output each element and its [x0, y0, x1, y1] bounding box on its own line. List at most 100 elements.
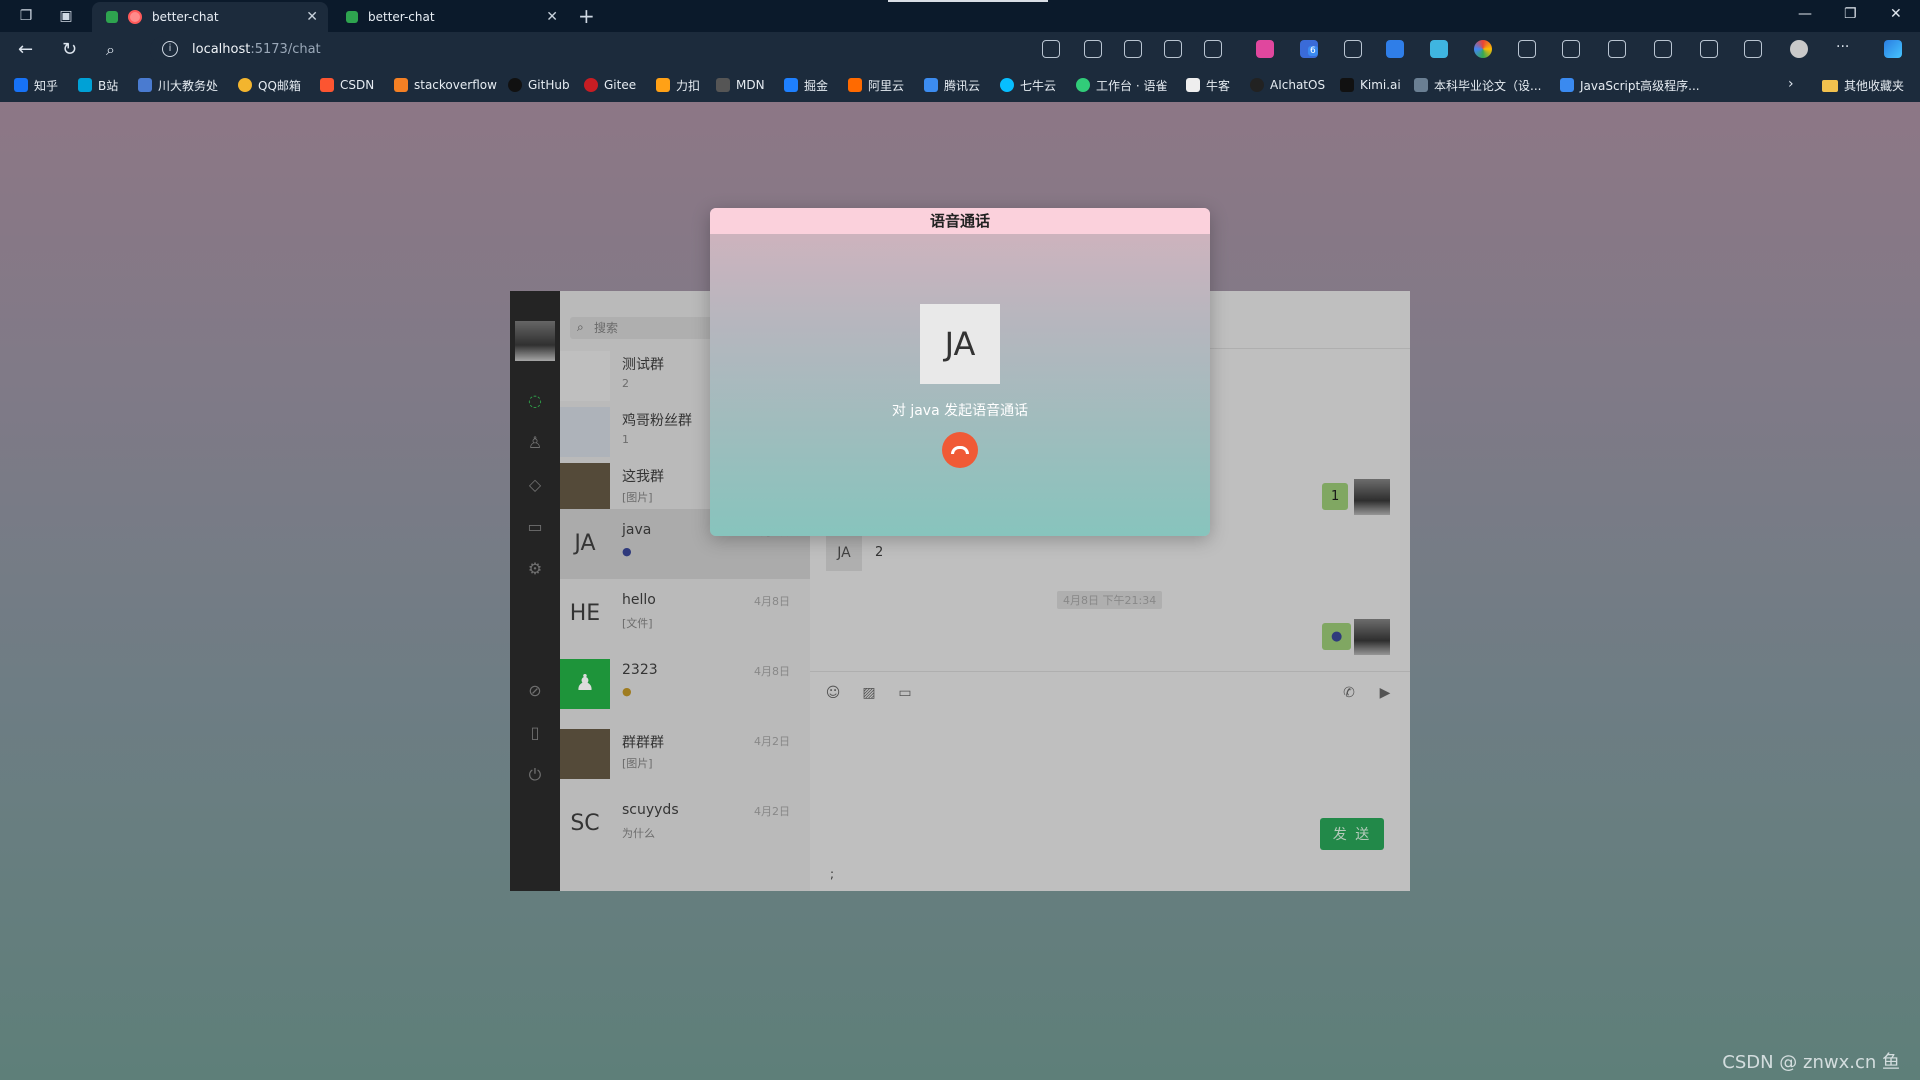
conversation-avatar: JA [574, 531, 596, 556]
extension-box-icon[interactable] [1344, 40, 1362, 58]
bookmark-scu-jwc[interactable]: 川大教务处 [138, 77, 218, 93]
bookmark-bilibili[interactable]: B站 [78, 77, 118, 93]
js-book-icon [1560, 78, 1574, 92]
settings-gear-icon[interactable]: ⚙ [525, 559, 545, 579]
favorite-star-icon[interactable] [1204, 40, 1222, 58]
bookmark-aichatos[interactable]: AIchatOS [1250, 77, 1325, 93]
workspaces-icon[interactable]: ❐ [16, 6, 36, 26]
close-window-icon[interactable]: ✕ [1890, 6, 1902, 22]
bookmark-thesis[interactable]: 本科毕业论文（设... [1414, 77, 1541, 93]
hang-up-phone-icon [951, 446, 969, 454]
favorites-icon[interactable] [1700, 40, 1718, 58]
camera-icon[interactable] [1518, 40, 1536, 58]
split-screen-icon[interactable] [1654, 40, 1672, 58]
bookmark-qiniu[interactable]: 七牛云 [1000, 77, 1056, 93]
chat-bubble-icon[interactable]: ◌ [525, 391, 545, 411]
restore-icon[interactable]: ❐ [1844, 6, 1857, 22]
bookmark-stackoverflow[interactable]: stackoverflow [394, 77, 497, 93]
thesis-icon [1414, 78, 1428, 92]
conversation-name: 鸡哥粉丝群 [622, 413, 692, 429]
bookmark-aliyun[interactable]: 阿里云 [848, 77, 904, 93]
folder-icon[interactable]: ▭ [896, 684, 914, 702]
microphone-icon[interactable] [1042, 40, 1060, 58]
extension-sync-icon[interactable] [1386, 40, 1404, 58]
bilibili-icon [78, 78, 92, 92]
minimize-icon[interactable]: — [1798, 6, 1812, 22]
bookmark-nowcoder[interactable]: 牛客 [1186, 77, 1230, 93]
tab-better-chat[interactable]: better-chat ✕ [332, 2, 568, 32]
bookmark-github[interactable]: GitHub [508, 77, 570, 93]
message-input[interactable]: ; [830, 867, 834, 881]
conversation-item[interactable]: SC scuyyds 为什么 4月2日 [560, 789, 810, 859]
extensions-puzzle-icon[interactable] [1608, 40, 1626, 58]
extension-chat-icon[interactable] [1430, 40, 1448, 58]
bookmark-label: Gitee [604, 78, 637, 92]
bookmark-juejin[interactable]: 掘金 [784, 77, 828, 93]
copilot-icon[interactable] [1884, 40, 1902, 58]
gitee-icon [584, 78, 598, 92]
send-button[interactable]: 发 送 [1320, 818, 1384, 850]
search-icon[interactable]: ⌕ [106, 40, 115, 60]
image-icon[interactable]: ▨ [860, 684, 878, 702]
aichatos-icon [1250, 78, 1264, 92]
bookmark-zhihu[interactable]: 知乎 [14, 77, 58, 93]
cube-icon[interactable]: ◇ [525, 475, 545, 495]
more-menu-icon[interactable]: ··· [1836, 40, 1854, 58]
bookmark-label: 本科毕业论文（设... [1434, 78, 1542, 93]
conversation-preview: [文件] [622, 617, 653, 630]
hang-up-button[interactable] [942, 432, 978, 468]
stackoverflow-icon [394, 78, 408, 92]
contacts-icon[interactable]: ♙ [525, 433, 545, 453]
conversation-avatar [560, 351, 610, 401]
moments-icon[interactable]: ▭ [525, 517, 545, 537]
bookmark-label: B站 [98, 78, 119, 93]
extension-pink-icon[interactable] [1256, 40, 1274, 58]
phone-device-icon[interactable]: ▯ [525, 723, 545, 743]
csdn-icon [320, 78, 334, 92]
phone-icon[interactable]: ✆ [1340, 684, 1358, 702]
back-icon[interactable]: ← [18, 40, 33, 60]
zhihu-icon [14, 78, 28, 92]
profile-avatar-icon[interactable] [1790, 40, 1808, 58]
bookmark-csdn[interactable]: CSDN [320, 77, 374, 93]
document-icon[interactable] [1562, 40, 1580, 58]
power-icon[interactable]: ⏻ [525, 765, 545, 785]
url-text[interactable]: localhost:5173/chat [192, 42, 321, 57]
new-tab-icon[interactable]: + [578, 4, 595, 28]
bookmark-kimi[interactable]: Kimi.ai [1340, 77, 1401, 93]
other-bookmarks-folder[interactable]: 其他收藏夹 [1822, 77, 1904, 94]
downloads-icon[interactable] [1744, 40, 1762, 58]
conversation-date: 4月8日 [754, 595, 790, 608]
extension-color-icon[interactable] [1474, 40, 1492, 58]
bookmark-mdn[interactable]: MDN [716, 77, 765, 93]
app-available-icon[interactable] [1164, 40, 1182, 58]
chevron-right-icon[interactable]: › [1788, 76, 1794, 92]
aliyun-icon [848, 78, 862, 92]
bookmark-leetcode[interactable]: 力扣 [656, 77, 700, 93]
conversation-item[interactable]: HE hello [文件] 4月8日 [560, 579, 810, 649]
bookmark-yuque[interactable]: 工作台 · 语雀 [1076, 77, 1167, 93]
bookmark-gitee[interactable]: Gitee [584, 77, 636, 93]
bookmark-tencent-cloud[interactable]: 腾讯云 [924, 77, 980, 93]
site-info-icon[interactable]: i [162, 41, 178, 57]
bookmark-qqmail[interactable]: QQ邮箱 [238, 77, 301, 93]
link-icon[interactable]: ⊘ [525, 681, 545, 701]
read-aloud-icon[interactable] [1124, 40, 1142, 58]
user-avatar[interactable] [515, 321, 555, 361]
conversation-item[interactable]: 群群群 [图片] 4月2日 [560, 719, 810, 789]
video-icon[interactable]: ▶ [1376, 684, 1394, 702]
close-tab-icon[interactable]: ✕ [546, 9, 558, 25]
key-icon[interactable] [1084, 40, 1102, 58]
extension-badge-icon[interactable]: 6 [1300, 40, 1318, 58]
emoji-icon[interactable]: ☺ [824, 684, 842, 702]
bookmark-js-book[interactable]: JavaScript高级程序... [1560, 77, 1700, 93]
conversation-preview-emoji-icon: ● [622, 545, 632, 558]
conversation-name: scuyyds [622, 802, 679, 818]
tab-actions-icon[interactable]: ▣ [56, 6, 76, 26]
voice-call-dialog: 语音通话 JA 对 java 发起语音通话 [710, 208, 1210, 536]
refresh-icon[interactable]: ↻ [62, 40, 77, 60]
tab-better-chat-active[interactable]: better-chat ✕ [92, 2, 328, 32]
conversation-item[interactable]: ♟ 2323 ● 4月8日 [560, 649, 810, 719]
close-tab-icon[interactable]: ✕ [306, 9, 318, 25]
page-background: ◌ ♙ ◇ ▭ ⚙ ⊘ ▯ ⏻ ⌕ 测试群 2 鸡哥粉丝群 1 [0, 102, 1920, 1080]
